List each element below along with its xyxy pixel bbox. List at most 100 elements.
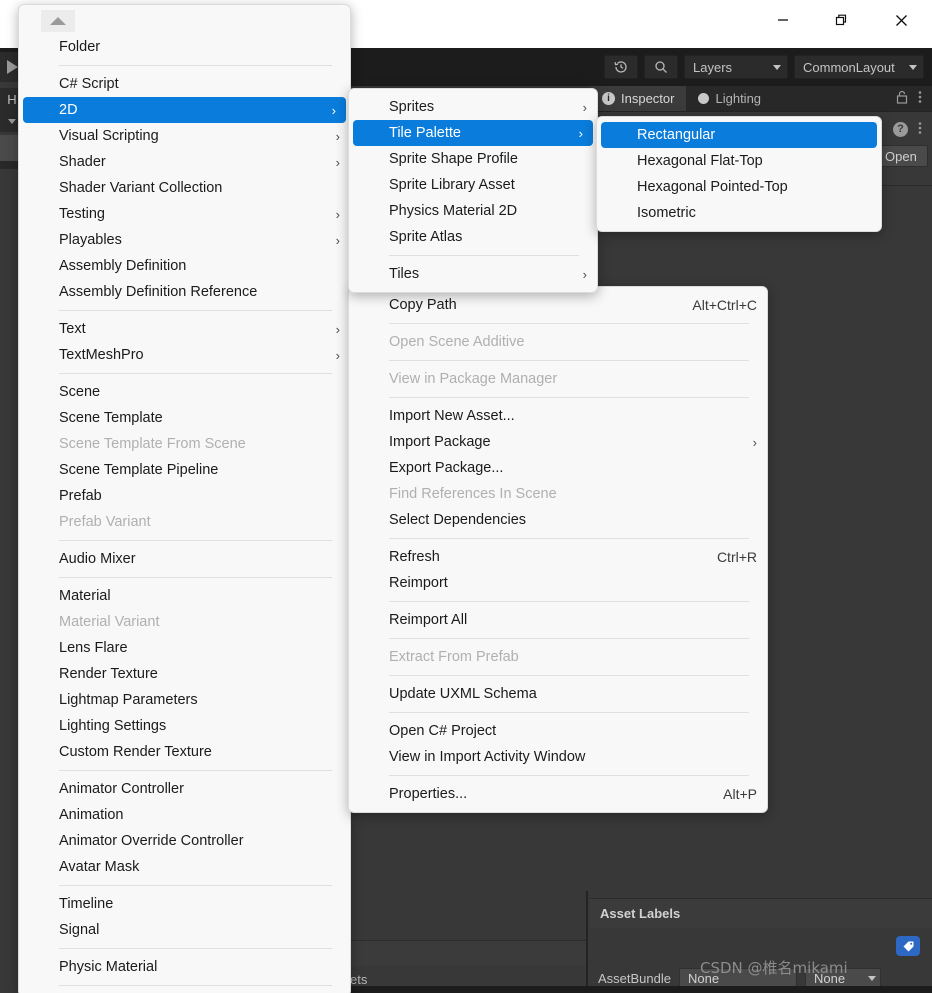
menu-item-label: Lighting Settings [59,717,167,734]
assets-menu-item-refresh[interactable]: Refresh Ctrl+R [349,544,767,570]
tab-inspector[interactable]: i Inspector [590,86,687,111]
assets-menu-separator [389,397,749,398]
menu-item-label: Select Dependencies [389,511,527,528]
assets-menu-item-open-scene-additive: Open Scene Additive [349,329,767,355]
menu-item-label: Sprite Atlas [389,228,463,245]
create-menu-item-scene-template-pipeline[interactable]: Scene Template Pipeline [19,457,350,483]
assets-menu-item-import-new-asset[interactable]: Import New Asset... [349,403,767,429]
create-menu-item-2d[interactable]: 2D › [23,97,346,123]
menu-item-label: Physics Material 2D [389,202,518,219]
menu-item-label: Material Variant [59,613,160,630]
tile-palette-menu-item-hexagonal-pointed-top[interactable]: Hexagonal Pointed-Top [597,174,881,200]
create-menu-item-scene[interactable]: Scene [19,379,350,405]
tile-palette-menu-item-isometric[interactable]: Isometric [597,200,881,226]
panel-splitter[interactable] [586,891,588,993]
kebab-menu-icon[interactable] [918,121,922,138]
maximize-icon[interactable] [818,0,864,40]
menu-item-label: Tiles [389,265,420,282]
create-menu-item-avatar-mask[interactable]: Avatar Mask [19,854,350,880]
layers-dropdown[interactable]: Layers [684,55,788,79]
chevron-right-icon: › [335,321,340,337]
create-menu-item-text[interactable]: Text › [19,316,350,342]
create-menu-item-animation[interactable]: Animation [19,802,350,828]
menu-item-label: Sprites [389,98,435,115]
assets-menu-item-view-in-package-manager: View in Package Manager [349,366,767,392]
chevron-down-icon [909,64,917,70]
tag-icon[interactable] [896,936,920,956]
create-menu-item-audio-mixer[interactable]: Audio Mixer [19,546,350,572]
create-menu-item-shader[interactable]: Shader › [19,149,350,175]
create-menu-item-textmeshpro[interactable]: TextMeshPro › [19,342,350,368]
layout-dropdown[interactable]: CommonLayout [794,55,924,79]
assets-menu-item-view-in-import-activity-window[interactable]: View in Import Activity Window [349,744,767,770]
create-menu-item-shader-variant-collection[interactable]: Shader Variant Collection [19,175,350,201]
assets-menu-item-update-uxml-schema[interactable]: Update UXML Schema [349,681,767,707]
chevron-right-icon: › [335,347,340,363]
minimize-icon[interactable] [760,0,806,40]
tab-lighting[interactable]: Lighting [686,86,773,111]
create-menu-item-assembly-definition-reference[interactable]: Assembly Definition Reference [19,279,350,305]
tile-palette-menu-item-hexagonal-flat-top[interactable]: Hexagonal Flat-Top [597,148,881,174]
create-menu-item-prefab[interactable]: Prefab [19,483,350,509]
chevron-right-icon: › [582,266,587,282]
create-menu-item-lighting-settings[interactable]: Lighting Settings [19,713,350,739]
open-button[interactable]: Open [874,145,928,167]
tile-palette-menu-item-rectangular[interactable]: Rectangular [601,122,877,148]
create-menu-item-folder[interactable]: Folder [19,34,350,60]
search-icon[interactable] [644,55,678,79]
create-menu-item-signal[interactable]: Signal [19,917,350,943]
menu-item-label: Text [59,320,86,337]
assets-menu-item-properties[interactable]: Properties... Alt+P [349,781,767,807]
close-icon[interactable] [878,0,924,40]
assets-menu-separator [389,601,749,602]
create-menu-item-custom-render-texture[interactable]: Custom Render Texture [19,739,350,765]
two-d-menu-item-sprite-shape-profile[interactable]: Sprite Shape Profile [349,146,597,172]
create-menu-item-physic-material[interactable]: Physic Material [19,954,350,980]
create-menu-item-material[interactable]: Material [19,583,350,609]
menu-item-label: Animator Controller [59,780,184,797]
menu-item-label: Avatar Mask [59,858,140,875]
create-menu-item-scene-template[interactable]: Scene Template [19,405,350,431]
create-menu-item-scene-template-from-scene: Scene Template From Scene [19,431,350,457]
create-menu-item-assembly-definition[interactable]: Assembly Definition [19,253,350,279]
tile-palette-submenu: Rectangular Hexagonal Flat-Top Hexagonal P… [596,116,882,232]
menu-item-label: 2D [59,101,78,118]
menu-item-label: Export Package... [389,459,504,476]
assets-menu-item-select-dependencies[interactable]: Select Dependencies [349,507,767,533]
kebab-menu-icon[interactable] [918,90,922,107]
menu-item-label: Playables [59,231,122,248]
project-panel-strip [348,940,588,968]
help-icon[interactable]: ? [893,121,908,137]
create-menu-item-playables[interactable]: Playables › [19,227,350,253]
two-d-menu-item-physics-material-2d[interactable]: Physics Material 2D [349,198,597,224]
create-menu-item-animator-controller[interactable]: Animator Controller [19,776,350,802]
two-d-menu-item-tile-palette[interactable]: Tile Palette › [353,120,593,146]
create-menu-item-animator-override-controller[interactable]: Animator Override Controller [19,828,350,854]
create-menu-item-render-texture[interactable]: Render Texture [19,661,350,687]
create-menu-item-testing[interactable]: Testing › [19,201,350,227]
assets-menu-item-copy-path[interactable]: Copy Path Alt+Ctrl+C [349,292,767,318]
lock-icon[interactable] [896,90,908,107]
assets-menu-item-open-c-project[interactable]: Open C# Project [349,718,767,744]
menu-item-label: Isometric [637,204,696,221]
two-d-menu-item-sprites[interactable]: Sprites › [349,94,597,120]
create-menu-item-lightmap-parameters[interactable]: Lightmap Parameters [19,687,350,713]
menu-item-label: Testing [59,205,105,222]
screen: Layers CommonLayout i Inspector Lighting [0,0,932,993]
create-menu-separator [59,540,332,541]
two-d-menu-item-sprite-library-asset[interactable]: Sprite Library Asset [349,172,597,198]
assets-menu-item-export-package[interactable]: Export Package... [349,455,767,481]
history-icon[interactable] [604,55,638,79]
assets-menu-item-reimport[interactable]: Reimport [349,570,767,596]
scroll-up-arrow[interactable] [41,10,75,32]
two-d-menu-item-tiles[interactable]: Tiles › [349,261,597,287]
create-menu-item-timeline[interactable]: Timeline [19,891,350,917]
create-menu-item-c-script[interactable]: C# Script [19,71,350,97]
create-menu-item-lens-flare[interactable]: Lens Flare [19,635,350,661]
assets-menu-item-import-package[interactable]: Import Package › [349,429,767,455]
assets-menu-item-reimport-all[interactable]: Reimport All [349,607,767,633]
menu-item-label: Audio Mixer [59,550,136,567]
chevron-right-icon: › [578,125,583,141]
create-menu-item-visual-scripting[interactable]: Visual Scripting › [19,123,350,149]
two-d-menu-item-sprite-atlas[interactable]: Sprite Atlas [349,224,597,250]
